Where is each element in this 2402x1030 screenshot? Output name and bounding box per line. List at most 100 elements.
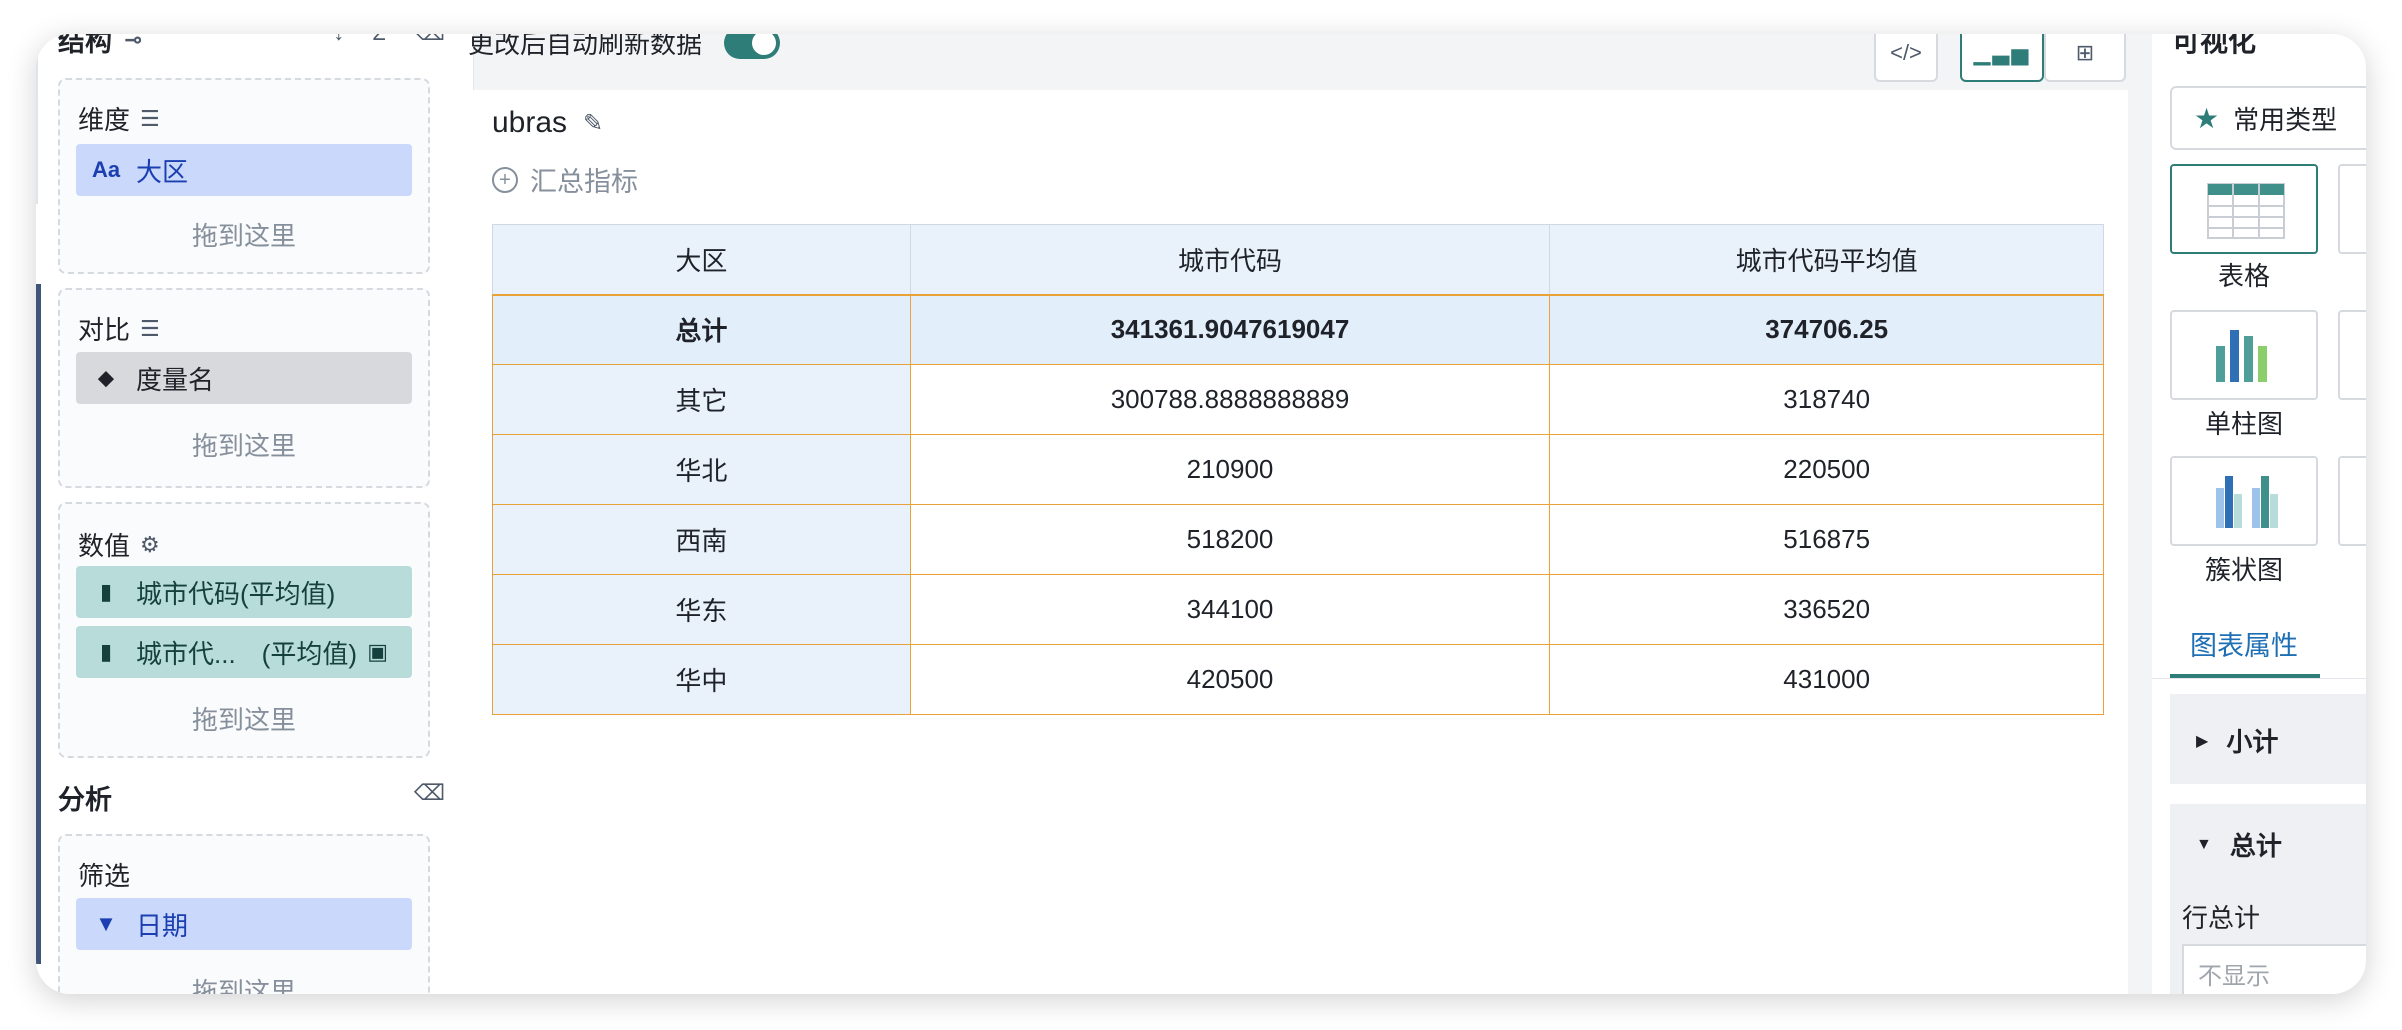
tab-chart-properties[interactable]: 图表属性 bbox=[2190, 624, 2298, 663]
table-cell: 总计 bbox=[492, 294, 911, 365]
row-total-label: 行总计 bbox=[2182, 903, 2261, 933]
value-chip[interactable]: ▮ 城市代码(平均值) bbox=[76, 566, 412, 618]
add-circle-icon: + bbox=[492, 166, 518, 193]
column-header[interactable]: 大区 bbox=[492, 224, 911, 296]
cluster-chart-icon bbox=[2216, 476, 2278, 528]
tag-icon: ⬥ bbox=[98, 365, 114, 390]
filter-title: 筛选 bbox=[78, 856, 130, 893]
chart-type-label: 簇状图 bbox=[2204, 555, 2283, 585]
key-icon[interactable]: ⊸ bbox=[124, 34, 142, 53]
table-cell: 518200 bbox=[909, 504, 1551, 575]
subtotal-section[interactable]: ▶ 小计 bbox=[2170, 694, 2366, 784]
table-row: 华东 344100 336520 bbox=[492, 574, 2104, 645]
table-row: 华中 420500 431000 bbox=[492, 644, 2104, 715]
filter-chip[interactable]: ▼ 日期 bbox=[76, 898, 412, 950]
analysis-title: 分析 bbox=[58, 785, 112, 815]
compare-title: 对比 ☰ bbox=[78, 310, 160, 347]
panel-edge bbox=[36, 34, 38, 204]
chart-view-button[interactable]: ▁▃▅ bbox=[1960, 34, 2044, 82]
value-chip-label: 城市代码(平均值) bbox=[136, 578, 336, 609]
value-chip-label: 城市代... (平均值) bbox=[136, 638, 357, 669]
card-title: ubras ✎ bbox=[492, 106, 603, 140]
table-row: 华北 210900 220500 bbox=[492, 434, 2104, 505]
column-header[interactable]: 城市代码 bbox=[909, 224, 1551, 296]
chart-type-cluster[interactable] bbox=[2170, 456, 2318, 546]
chart-type-tile[interactable] bbox=[2338, 456, 2366, 546]
column-header[interactable]: 城市代码平均值 bbox=[1549, 224, 2104, 296]
chart-type-table[interactable] bbox=[2170, 164, 2318, 254]
table-row: 其它 300788.8888888889 318740 bbox=[492, 364, 2104, 435]
filter-lines-icon[interactable]: ☰ bbox=[140, 316, 160, 342]
table-cell: 华东 bbox=[492, 574, 911, 645]
table-cell: 220500 bbox=[1549, 434, 2104, 505]
total-row: 总计 341361.9047619047 374706.25 bbox=[492, 294, 2104, 365]
row-total-select[interactable]: 不显示 bbox=[2182, 944, 2366, 994]
chart-type-tile[interactable] bbox=[2338, 310, 2366, 400]
data-table: 大区 城市代码 城市代码平均值 总计 341361.9047619047 374… bbox=[492, 224, 2104, 715]
app-window: 结构 ⊸ ↓ Σ ⌫ 维度 ☰ Aa 大区 拖到这里 对比 ☰ bbox=[36, 34, 2366, 994]
filter-zone[interactable]: 筛选 ▼ 日期 拖到这里 bbox=[58, 834, 430, 994]
structure-title: 结构 bbox=[58, 34, 112, 57]
compare-calc-icon[interactable]: ▣ bbox=[367, 639, 388, 665]
eraser-icon[interactable]: ⌫ bbox=[414, 34, 445, 46]
summary-metric-button[interactable]: + 汇总指标 bbox=[492, 160, 638, 199]
subtotal-header: ▶ 小计 bbox=[2196, 722, 2278, 759]
funnel-icon: ▼ bbox=[95, 911, 117, 936]
dimension-drop-hint: 拖到这里 bbox=[191, 221, 296, 251]
table-cell: 431000 bbox=[1549, 644, 2104, 715]
value-chip[interactable]: ▮ 城市代... (平均值) ▣ bbox=[76, 626, 412, 678]
table-card: ubras ✎ + 汇总指标 大区 城市代码 城市代码平均值 总计 341361… bbox=[468, 90, 2128, 994]
dimension-title: 维度 ☰ bbox=[78, 100, 160, 137]
compare-drop-hint: 拖到这里 bbox=[191, 431, 296, 461]
values-label: 数值 bbox=[78, 531, 131, 561]
structure-tools: ↓ Σ ⌫ bbox=[333, 34, 445, 46]
table-cell: 210900 bbox=[909, 434, 1551, 505]
card-title-text: ubras bbox=[492, 106, 568, 139]
table-header-row: 大区 城市代码 城市代码平均值 bbox=[492, 224, 2104, 296]
compare-chip[interactable]: ⬥ 度量名 bbox=[76, 352, 412, 404]
bar-chart-icon: ▮ bbox=[99, 579, 113, 604]
dimension-chip[interactable]: Aa 大区 bbox=[76, 144, 412, 196]
table-cell: 344100 bbox=[909, 574, 1551, 645]
code-view-button[interactable]: </> bbox=[1874, 34, 1938, 82]
values-zone[interactable]: 数值 ⚙ ▮ 城市代码(平均值) ▮ 城市代... (平均值) ▣ 拖到这里 bbox=[58, 502, 430, 758]
table-cell: 西南 bbox=[492, 504, 911, 575]
auto-refresh-row: 更改后自动刷新数据 bbox=[468, 34, 781, 61]
bar-chart-icon bbox=[2216, 330, 2267, 382]
table-cell: 318740 bbox=[1549, 364, 2104, 435]
edit-icon[interactable]: ✎ bbox=[583, 109, 603, 138]
values-drop-hint: 拖到这里 bbox=[191, 705, 296, 735]
dimension-zone[interactable]: 维度 ☰ Aa 大区 拖到这里 bbox=[58, 78, 430, 274]
table-cell: 其它 bbox=[492, 364, 911, 435]
grand-total-title: 总计 bbox=[2229, 831, 2282, 861]
chart-type-label: 单柱图 bbox=[2204, 409, 2283, 439]
table-row: 西南 518200 516875 bbox=[492, 504, 2104, 575]
chart-type-tile[interactable] bbox=[2338, 164, 2366, 254]
table-cell: 374706.25 bbox=[1549, 294, 2104, 365]
common-types-button[interactable]: ★ 常用类型 bbox=[2170, 86, 2366, 150]
chart-type-label: 表格 bbox=[2217, 261, 2270, 291]
filter-lines-icon[interactable]: ☰ bbox=[140, 106, 160, 132]
auto-refresh-label: 更改后自动刷新数据 bbox=[468, 34, 703, 59]
visualization-panel: 可视化 ★ 常用类型 表格 单柱图 簇状图 图表属性 ▶ 小计 ▼ 总计 行总计… bbox=[2152, 34, 2366, 994]
auto-refresh-toggle[interactable] bbox=[724, 34, 781, 59]
table-cell: 341361.9047619047 bbox=[909, 294, 1551, 365]
dimension-chip-label: 大区 bbox=[136, 156, 189, 187]
table-chart-icon bbox=[2207, 183, 2285, 239]
gear-icon[interactable]: ⚙ bbox=[140, 532, 160, 558]
filter-label: 筛选 bbox=[78, 861, 131, 891]
eraser-icon[interactable]: ⌫ bbox=[414, 780, 445, 806]
table-cell: 华中 bbox=[492, 644, 911, 715]
code-icon: </> bbox=[1890, 40, 1922, 65]
sort-icon[interactable]: ↓ bbox=[333, 34, 344, 46]
compare-zone[interactable]: 对比 ☰ ⬥ 度量名 拖到这里 bbox=[58, 288, 430, 488]
compare-label: 对比 bbox=[78, 315, 131, 345]
panel-resize-handle[interactable] bbox=[36, 284, 41, 964]
table-cell: 516875 bbox=[1549, 504, 2104, 575]
grand-total-header: ▼ 总计 bbox=[2196, 826, 2282, 863]
structure-header: 结构 ⊸ bbox=[58, 34, 142, 59]
table-view-button[interactable]: ⊞ bbox=[2044, 34, 2126, 82]
chart-type-bar[interactable] bbox=[2170, 310, 2318, 400]
sum-icon[interactable]: Σ bbox=[372, 34, 386, 46]
values-title: 数值 ⚙ bbox=[78, 526, 160, 563]
